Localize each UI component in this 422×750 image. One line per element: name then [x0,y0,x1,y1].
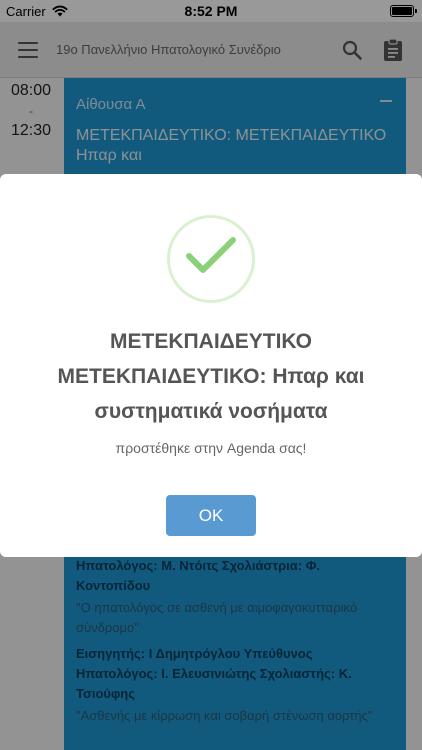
dialog-title: ΜΕΤΕΚΠΑΙΔΕΥΤΙΚΟ ΜΕΤΕΚΠΑΙΔΕΥΤΙΚΟ: Ηπαρ κα… [57,330,365,423]
check-icon [186,237,236,273]
ok-button[interactable]: OK [166,495,256,536]
success-circle [167,215,255,303]
dialog-message: προστέθηκε στην Agenda σας! [115,440,307,456]
success-dialog: ΜΕΤΕΚΠΑΙΔΕΥΤΙΚΟ ΜΕΤΕΚΠΑΙΔΕΥΤΙΚΟ: Ηπαρ κα… [0,174,422,557]
